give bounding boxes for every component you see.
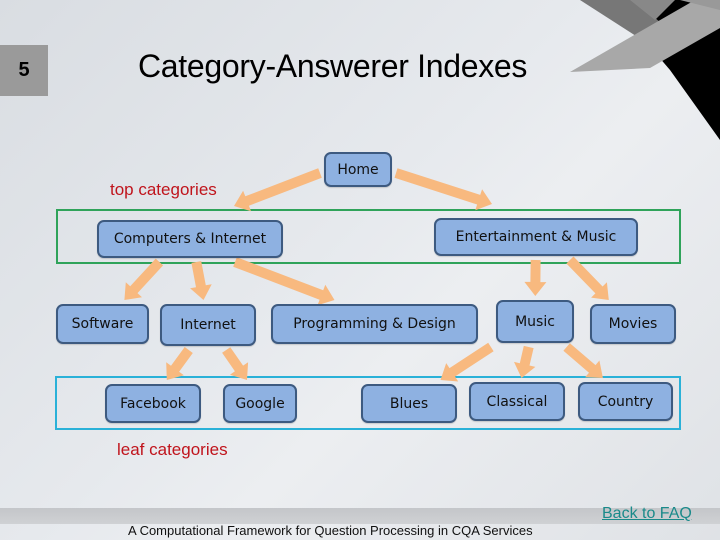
node-entertainment-music[interactable]: Entertainment & Music [434, 218, 638, 256]
slide-title: Category-Answerer Indexes [138, 48, 528, 84]
top-categories-label: top categories [110, 180, 217, 199]
node-facebook[interactable]: Facebook [105, 384, 201, 423]
arrow-computers_internet-to-programming_design [233, 257, 335, 306]
node-country[interactable]: Country [578, 382, 673, 421]
arrow-home-to-computers_internet [234, 168, 322, 212]
arrow-music-to-country [563, 343, 603, 378]
node-computers-internet[interactable]: Computers & Internet [97, 220, 283, 258]
node-music[interactable]: Music [496, 300, 574, 343]
corner-decoration [570, 0, 720, 140]
node-programming-design[interactable]: Programming & Design [271, 304, 478, 344]
arrow-home-to-entertainment_music [394, 168, 492, 211]
back-to-faq-link[interactable]: Back to FAQ [602, 505, 692, 523]
arrow-music-to-classical [514, 345, 536, 378]
node-movies[interactable]: Movies [590, 304, 676, 344]
node-internet[interactable]: Internet [160, 304, 256, 346]
node-blues[interactable]: Blues [361, 384, 457, 423]
node-google[interactable]: Google [223, 384, 297, 423]
node-home[interactable]: Home [324, 152, 392, 187]
slide-number: 5 [0, 45, 48, 96]
leaf-categories-label: leaf categories [117, 440, 228, 459]
node-software[interactable]: Software [56, 304, 149, 344]
node-classical[interactable]: Classical [469, 382, 565, 421]
arrow-entertainment_music-to-music [524, 259, 547, 296]
footer-text: A Computational Framework for Question P… [128, 523, 533, 538]
arrow-computers_internet-to-software [124, 258, 164, 300]
arrow-computers_internet-to-internet [190, 261, 212, 300]
